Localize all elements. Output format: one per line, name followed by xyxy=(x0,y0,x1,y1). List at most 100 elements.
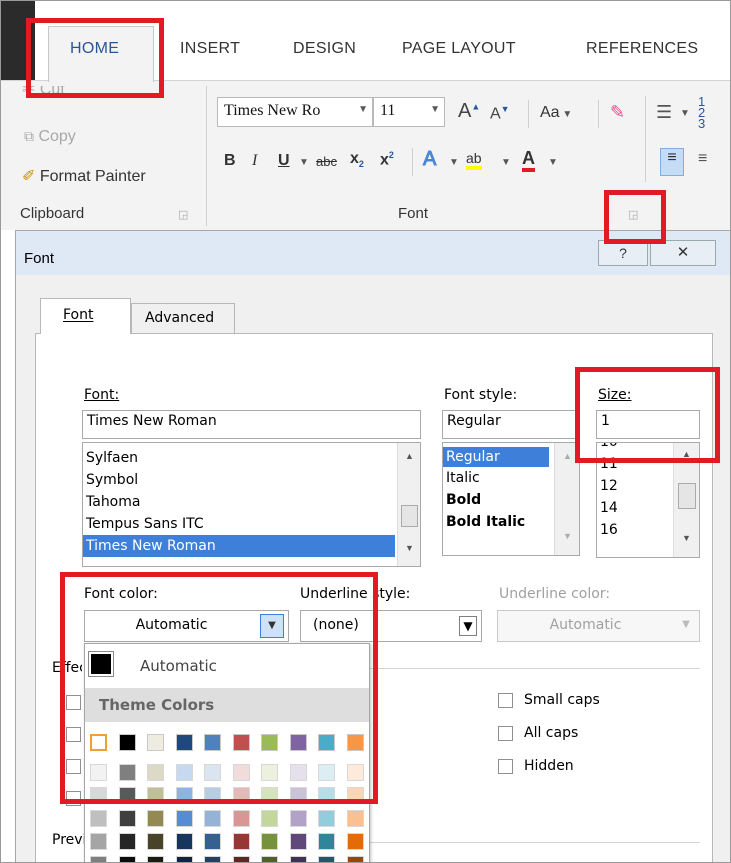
dialog-title: Font xyxy=(24,250,55,267)
chevron-down-icon[interactable]: ▼ xyxy=(299,157,309,168)
color-swatch[interactable] xyxy=(289,856,307,863)
list-item-selected[interactable]: Times New Roman xyxy=(83,535,395,557)
underline-button[interactable]: U xyxy=(278,152,290,170)
scroll-up-icon[interactable]: ▲ xyxy=(563,451,572,461)
chevron-down-icon[interactable]: ▼ xyxy=(449,157,459,168)
color-swatch[interactable] xyxy=(118,810,136,827)
tab-page-layout[interactable]: PAGE LAYOUT xyxy=(402,40,516,58)
effects-divider xyxy=(370,668,700,669)
font-name-list[interactable]: Sylfaen Symbol Tahoma Tempus Sans ITC Ti… xyxy=(82,442,421,567)
tab-insert[interactable]: INSERT xyxy=(180,40,240,58)
chevron-down-icon[interactable]: ▼ xyxy=(501,157,511,168)
color-swatch[interactable] xyxy=(204,856,221,863)
all-caps-label[interactable]: All caps xyxy=(524,725,578,741)
color-swatch[interactable] xyxy=(175,833,193,850)
font-color-button[interactable]: A xyxy=(522,148,535,172)
tab-advanced[interactable]: Advanced xyxy=(131,303,235,333)
color-swatch[interactable] xyxy=(232,810,250,827)
scroll-down-icon[interactable]: ▼ xyxy=(405,543,414,553)
color-swatch[interactable] xyxy=(318,810,335,827)
color-swatch[interactable] xyxy=(90,833,107,850)
bold-button[interactable]: B xyxy=(224,152,236,170)
format-painter-button[interactable]: ✐ Format Painter xyxy=(22,166,146,186)
scrollbar[interactable]: ▲ ▼ xyxy=(397,443,420,566)
color-swatch[interactable] xyxy=(289,833,307,850)
text-effects-button[interactable]: A xyxy=(422,148,436,171)
numbering-icon[interactable]: 123 xyxy=(698,95,705,130)
scroll-down-icon[interactable]: ▼ xyxy=(682,533,691,543)
highlight-font-color xyxy=(60,572,378,804)
subscript-button[interactable]: x2 xyxy=(350,150,364,169)
chevron-down-icon[interactable]: ▼ xyxy=(677,616,695,636)
color-swatch[interactable] xyxy=(346,833,364,850)
color-swatch[interactable] xyxy=(232,833,250,850)
all-caps-checkbox[interactable] xyxy=(498,726,513,741)
tab-design[interactable]: DESIGN xyxy=(293,40,356,58)
underline-color-label: Underline color: xyxy=(499,586,611,602)
scroll-down-icon[interactable]: ▼ xyxy=(563,531,572,541)
align-left-button[interactable]: ≡ xyxy=(660,148,684,176)
group-separator xyxy=(528,100,529,128)
chevron-down-icon[interactable]: ▼ xyxy=(459,616,477,636)
italic-button[interactable]: I xyxy=(252,152,257,170)
align-center-icon[interactable]: ≡ xyxy=(698,150,707,168)
color-swatch[interactable] xyxy=(318,833,335,850)
color-swatch[interactable] xyxy=(346,856,364,863)
list-item-selected[interactable]: Regular xyxy=(443,447,549,467)
font-style-input[interactable]: Regular xyxy=(442,410,580,439)
color-swatch[interactable] xyxy=(261,833,278,850)
color-swatch[interactable] xyxy=(261,810,278,827)
chevron-down-icon[interactable]: ▼ xyxy=(680,108,690,119)
list-item[interactable]: Sylfaen xyxy=(83,447,395,469)
list-item[interactable]: Tempus Sans ITC xyxy=(83,513,395,535)
clear-formatting-icon[interactable]: ✎ xyxy=(610,102,625,123)
group-separator xyxy=(645,96,646,182)
clipboard-launcher-icon[interactable]: ◲ xyxy=(178,208,188,221)
underline-color-dropdown[interactable]: Automatic ▼ xyxy=(497,610,700,642)
color-swatch[interactable] xyxy=(90,810,107,827)
color-swatch[interactable] xyxy=(289,810,307,827)
copy-button[interactable]: ⧉ Copy xyxy=(24,128,76,146)
clipboard-group-label: Clipboard xyxy=(20,205,85,222)
color-swatch[interactable] xyxy=(204,833,221,850)
color-swatch[interactable] xyxy=(118,833,136,850)
shrink-font-button[interactable]: A▼ xyxy=(490,104,510,123)
color-swatch[interactable] xyxy=(318,856,335,863)
list-item[interactable]: Tahoma xyxy=(83,491,395,513)
tab-references[interactable]: REFERENCES xyxy=(586,40,698,58)
color-swatch[interactable] xyxy=(204,810,221,827)
change-case-button[interactable]: Aa ▼ xyxy=(540,104,572,122)
ribbon-font-size-combo[interactable]: 11 ▼ xyxy=(373,97,445,127)
color-swatch[interactable] xyxy=(175,810,193,827)
scrollbar-thumb[interactable] xyxy=(401,505,418,527)
superscript-button[interactable]: x2 xyxy=(380,150,394,169)
scroll-up-icon[interactable]: ▲ xyxy=(405,451,414,461)
list-item[interactable]: Symbol xyxy=(83,469,395,491)
chevron-down-icon: ▼ xyxy=(358,104,368,115)
small-caps-checkbox[interactable] xyxy=(498,693,513,708)
bullets-icon[interactable]: ☰ xyxy=(656,102,672,123)
strikethrough-button[interactable]: abc xyxy=(316,154,337,169)
color-swatch[interactable] xyxy=(175,856,193,863)
font-style-list[interactable]: Regular Italic Bold Bold Italic ▲ ▼ xyxy=(442,442,580,556)
hidden-label[interactable]: Hidden xyxy=(524,758,574,774)
font-group-label: Font xyxy=(398,205,429,222)
font-name-input[interactable]: Times New Roman xyxy=(82,410,421,439)
preview-label: Preview xyxy=(52,832,84,848)
tab-font[interactable]: Font xyxy=(40,298,131,334)
color-swatch[interactable] xyxy=(261,856,278,863)
color-swatch[interactable] xyxy=(232,856,250,863)
small-caps-label[interactable]: Small caps xyxy=(524,692,600,708)
ribbon-font-name-combo[interactable]: Times New Ro ▼ xyxy=(217,97,373,127)
color-swatch[interactable] xyxy=(346,810,364,827)
chevron-down-icon[interactable]: ▼ xyxy=(548,157,558,168)
color-swatch[interactable] xyxy=(147,833,164,850)
color-swatch[interactable] xyxy=(118,856,136,863)
highlight-color-button[interactable]: ab xyxy=(466,150,482,170)
color-swatch[interactable] xyxy=(147,810,164,827)
scrollbar-thumb[interactable] xyxy=(678,483,696,509)
color-swatch[interactable] xyxy=(90,856,107,863)
grow-font-button[interactable]: A▲ xyxy=(458,100,480,123)
color-swatch[interactable] xyxy=(147,856,164,863)
hidden-checkbox[interactable] xyxy=(498,759,513,774)
